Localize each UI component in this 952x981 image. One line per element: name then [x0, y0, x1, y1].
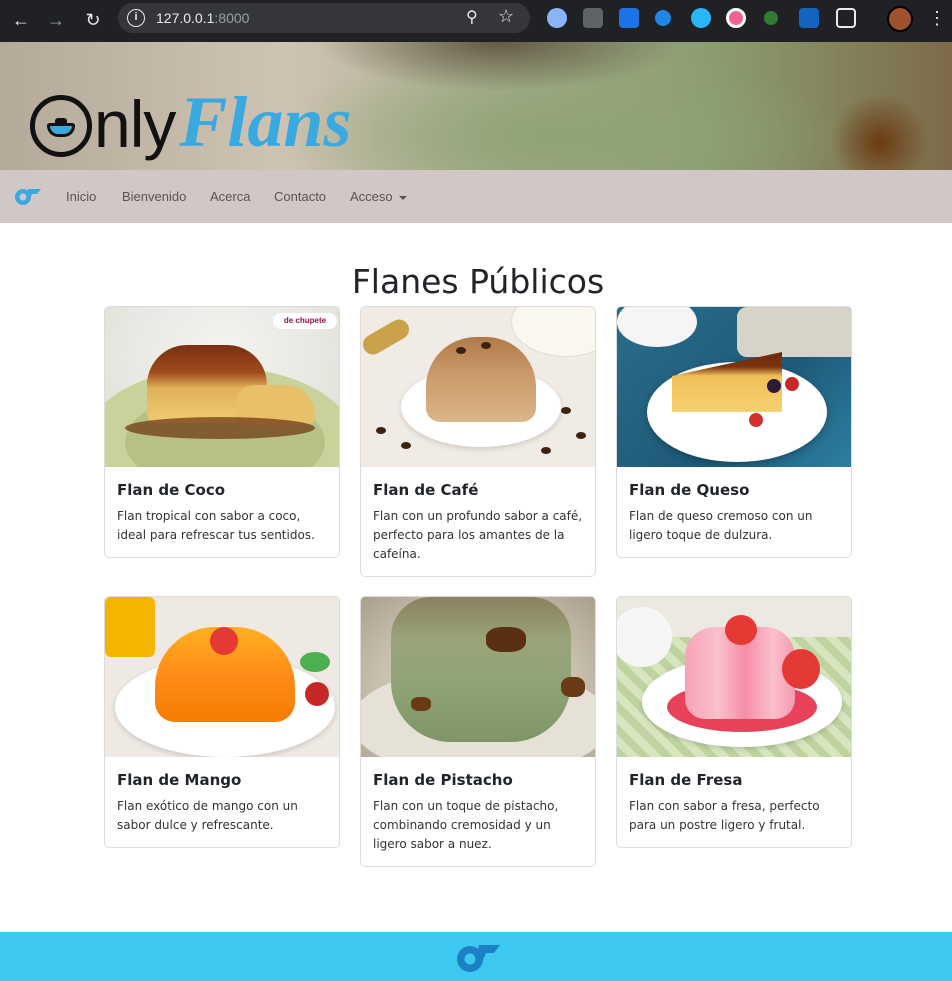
extension-play-icon[interactable] — [691, 8, 711, 28]
nav-acerca[interactable]: Acerca — [210, 189, 250, 204]
address-bar[interactable]: i 127.0.0.1:8000 ⚲ ☆ — [118, 3, 530, 33]
nav-contacto[interactable]: Contacto — [274, 189, 326, 204]
profile-avatar[interactable] — [887, 6, 913, 32]
logo-text-only: nly — [94, 87, 176, 161]
card-title: Flan de Coco — [117, 481, 226, 499]
card-text: Flan con un profundo sabor a café, perfe… — [373, 509, 583, 561]
card-text: Flan de queso cremoso con un ligero toqu… — [629, 509, 813, 542]
browser-toolbar: ← → ↻ i 127.0.0.1:8000 ⚲ ☆ ⋮ — [0, 0, 952, 42]
extension-download-icon[interactable] — [764, 11, 778, 25]
card-title: Flan de Queso — [629, 481, 750, 499]
brand-icon[interactable] — [14, 186, 42, 206]
hero-banner: nly Flans — [0, 42, 952, 170]
card-flan-fresa[interactable]: Flan de Fresa Flan con sabor a fresa, pe… — [616, 596, 852, 848]
back-arrow-icon[interactable]: ← — [8, 7, 34, 33]
nav-bienvenido[interactable]: Bienvenido — [122, 189, 186, 204]
forward-arrow-icon[interactable]: → — [43, 7, 69, 33]
extension-bs-icon[interactable] — [583, 8, 603, 28]
flan-queso-image — [617, 307, 851, 467]
browser-menu-icon[interactable]: ⋮ — [928, 8, 946, 28]
watermark-logo: de chupete — [273, 313, 337, 329]
bookmark-star-icon[interactable]: ☆ — [498, 6, 514, 27]
footer-brand-icon — [457, 945, 500, 972]
main-navbar: Inicio Bienvenido Acerca Contacto Acceso — [0, 170, 952, 223]
site-logo: nly Flans — [30, 77, 352, 162]
extension-lens-icon[interactable] — [547, 8, 567, 28]
card-text: Flan tropical con sabor a coco, ideal pa… — [117, 509, 315, 542]
url-text: 127.0.0.1:8000 — [156, 10, 250, 26]
site-info-icon[interactable]: i — [127, 9, 145, 27]
flan-cafe-image — [361, 307, 595, 467]
extension-7v-icon[interactable] — [619, 8, 639, 28]
card-text: Flan con sabor a fresa, perfecto para un… — [629, 799, 820, 832]
card-flan-queso[interactable]: Flan de Queso Flan de queso cremoso con … — [616, 306, 852, 558]
extensions-puzzle-icon[interactable] — [836, 8, 856, 28]
logo-bowl-icon — [30, 95, 92, 157]
page-title: Flanes Públicos — [351, 262, 605, 301]
zoom-icon[interactable]: ⚲ — [466, 7, 478, 27]
reload-icon[interactable]: ↻ — [80, 7, 106, 33]
nav-acceso-dropdown[interactable]: Acceso — [350, 189, 407, 204]
card-text: Flan con un toque de pistacho, combinand… — [373, 799, 559, 851]
site-footer — [0, 932, 952, 981]
extension-ring-icon[interactable] — [726, 8, 746, 28]
card-flan-mango[interactable]: Flan de Mango Flan exótico de mango con … — [104, 596, 340, 848]
card-title: Flan de Pistacho — [373, 771, 513, 789]
chevron-down-icon — [398, 195, 407, 200]
card-flan-coco[interactable]: de chupete Flan de Coco Flan tropical co… — [104, 306, 340, 558]
logo-text-flans: Flans — [179, 82, 352, 162]
card-flan-pistacho[interactable]: Flan de Pistacho Flan con un toque de pi… — [360, 596, 596, 867]
flan-coco-image: de chupete — [105, 307, 339, 467]
nav-inicio[interactable]: Inicio — [66, 189, 96, 204]
extension-wave-icon[interactable] — [655, 10, 671, 26]
flan-mango-image — [105, 597, 339, 757]
card-title: Flan de Fresa — [629, 771, 743, 789]
flan-fresa-image — [617, 597, 851, 757]
extension-b-icon[interactable] — [799, 8, 819, 28]
flan-pistacho-image — [361, 597, 595, 757]
card-title: Flan de Café — [373, 481, 479, 499]
card-flan-cafe[interactable]: Flan de Café Flan con un profundo sabor … — [360, 306, 596, 577]
card-text: Flan exótico de mango con un sabor dulce… — [117, 799, 298, 832]
card-title: Flan de Mango — [117, 771, 242, 789]
